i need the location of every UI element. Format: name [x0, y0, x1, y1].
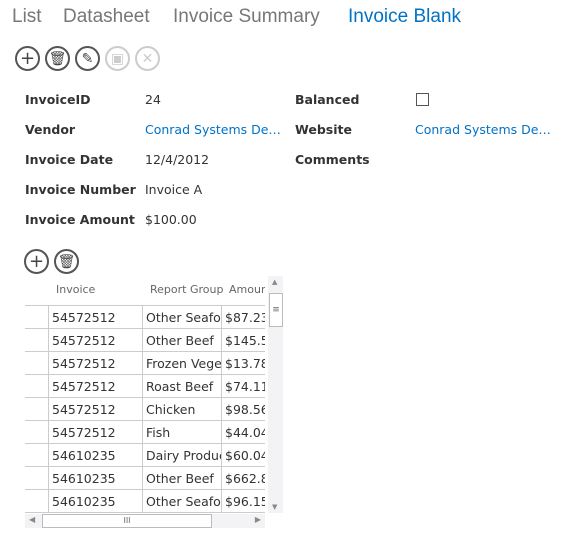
table-cell[interactable]: Other Beef [142, 467, 221, 489]
table-row[interactable]: 54572512 Chicken $98.56 [25, 398, 265, 421]
column-header-invoice[interactable]: Invoice [56, 283, 95, 296]
website-link[interactable]: Conrad Systems Devel... [415, 122, 555, 137]
table-row[interactable]: 54572512 Roast Beef $74.11 [25, 375, 265, 398]
table-row[interactable]: 54572512Other Beef$145.54 [25, 329, 265, 352]
tab-list[interactable]: List [12, 6, 42, 28]
column-header-report-group[interactable]: Report Group [150, 283, 223, 296]
table-row[interactable]: 54610235Other Beef$662.85 [25, 467, 265, 490]
table-cell[interactable]: $662.85 [221, 467, 265, 489]
balanced-label: Balanced [295, 92, 360, 107]
table-cell[interactable]: 54572512 [48, 398, 142, 420]
table-cell[interactable]: $96.15 [221, 490, 265, 512]
table-cell[interactable]: Chicken [142, 398, 221, 420]
vertical-scrollbar[interactable]: ▲ ≡ ▼ [268, 276, 283, 513]
table-cell[interactable]: $44.04 [221, 421, 265, 443]
table-cell[interactable]: Other Seafoo [142, 306, 221, 328]
tab-invoice-summary[interactable]: Invoice Summary [173, 6, 320, 28]
table-cell[interactable]: Other Beef [142, 329, 221, 351]
table-cell[interactable]: Frozen Veget [142, 352, 221, 374]
tab-invoice-blank[interactable]: Invoice Blank [348, 6, 461, 28]
cancel-button[interactable]: ✕ [135, 46, 160, 71]
edit-button[interactable]: ✎ [75, 46, 100, 71]
invoice-amount-value: $100.00 [145, 212, 197, 227]
save-icon: ▣ [110, 50, 125, 67]
invoice-amount-label: Invoice Amount [25, 212, 135, 227]
trash-icon: 🗑 [57, 253, 76, 270]
table-cell[interactable]: Roast Beef [142, 375, 221, 397]
table-row[interactable]: 54610235Dairy Product$60.04 [25, 444, 265, 467]
horizontal-scrollbar[interactable]: ◀ III ▶ [25, 514, 265, 528]
balanced-checkbox[interactable] [416, 93, 429, 106]
table-cell[interactable]: $13.78 [221, 352, 265, 374]
add-icon: + [19, 48, 36, 69]
table-row[interactable]: 54572512 Other Seafoo $87.23 [25, 306, 265, 329]
table-cell[interactable]: $87.23 [221, 306, 265, 328]
website-label: Website [295, 122, 352, 137]
delete-button[interactable]: 🗑 [45, 46, 70, 71]
table-cell[interactable]: $98.56 [221, 398, 265, 420]
invoice-date-label: Invoice Date [25, 152, 114, 167]
table-cell[interactable]: 54572512 [48, 375, 142, 397]
table-cell[interactable]: 54572512 [48, 329, 142, 351]
column-header-amount[interactable]: Amoun [229, 283, 265, 296]
table-cell[interactable]: Fish [142, 421, 221, 443]
table-row[interactable]: 54610235 Other Seafoo $96.15 [25, 490, 265, 513]
invoice-number-label: Invoice Number [25, 182, 136, 197]
table-cell[interactable]: 54610235 [48, 444, 142, 466]
invoice-id-label: InvoiceID [25, 92, 91, 107]
table-cell[interactable]: 54610235 [48, 467, 142, 489]
table-cell[interactable]: $60.04 [221, 444, 265, 466]
comments-label: Comments [295, 152, 370, 167]
invoice-lines-grid: Invoice Report Group Amoun 54572512 Other… [25, 277, 265, 513]
table-cell[interactable]: Other Seafoo [142, 490, 221, 512]
table-row[interactable]: 54572512 Frozen Veget $13.78 [25, 352, 265, 375]
grid-add-button[interactable]: + [24, 249, 49, 274]
table-cell[interactable]: Dairy Product [142, 444, 221, 466]
table-cell[interactable]: 54572512 [48, 352, 142, 374]
add-button[interactable]: + [15, 46, 40, 71]
invoice-number-value: Invoice A [145, 182, 203, 197]
table-cell[interactable]: $145.54 [221, 329, 265, 351]
grid-delete-button[interactable]: 🗑 [54, 249, 79, 274]
trash-icon: 🗑 [48, 50, 67, 67]
pencil-icon: ✎ [81, 50, 94, 67]
save-button[interactable]: ▣ [105, 46, 130, 71]
add-icon: + [28, 251, 45, 272]
vendor-label: Vendor [25, 122, 76, 137]
table-row[interactable]: 54572512 Fish $44.04 [25, 421, 265, 444]
table-cell[interactable]: 54610235 [48, 490, 142, 512]
tab-datasheet[interactable]: Datasheet [63, 6, 150, 28]
table-cell[interactable]: $74.11 [221, 375, 265, 397]
vendor-link[interactable]: Conrad Systems Deve... [145, 122, 285, 137]
close-icon: ✕ [141, 50, 154, 67]
invoice-id-value: 24 [145, 92, 161, 107]
table-cell[interactable]: 54572512 [48, 306, 142, 328]
invoice-date-value: 12/4/2012 [145, 152, 210, 167]
table-cell[interactable]: 54572512 [48, 421, 142, 443]
